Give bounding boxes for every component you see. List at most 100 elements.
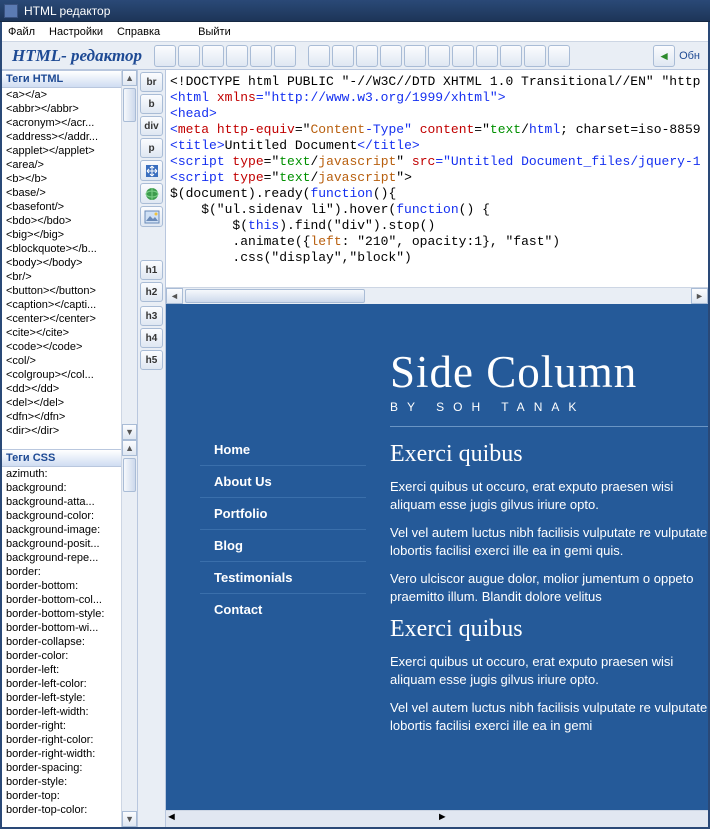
insert-h5-button[interactable]: h5	[140, 350, 163, 370]
css-property-item[interactable]: border-color:	[2, 649, 121, 663]
toolbar-button[interactable]	[274, 45, 296, 67]
image-icon[interactable]	[140, 206, 163, 227]
css-property-item[interactable]: border-spacing:	[2, 761, 121, 775]
toolbar-button[interactable]	[524, 45, 546, 67]
tag-item[interactable]: <cite></cite>	[2, 326, 121, 340]
tag-item[interactable]: <caption></capti...	[2, 298, 121, 312]
nav-item-contact[interactable]: Contact	[200, 594, 366, 625]
css-property-item[interactable]: border-right-width:	[2, 747, 121, 761]
scroll-left-icon[interactable]: ◄	[166, 288, 183, 304]
insert-br-button[interactable]: br	[140, 72, 163, 92]
css-property-item[interactable]: border-top:	[2, 789, 121, 803]
css-property-item[interactable]: border-collapse:	[2, 635, 121, 649]
scroll-right-icon[interactable]: ►	[437, 811, 448, 827]
nav-item-testimonials[interactable]: Testimonials	[200, 562, 366, 594]
toolbar-button[interactable]	[202, 45, 224, 67]
tag-item[interactable]: <body></body>	[2, 256, 121, 270]
scroll-up-icon[interactable]: ▲	[122, 440, 137, 456]
scroll-right-icon[interactable]: ►	[691, 288, 708, 304]
tag-item[interactable]: <a></a>	[2, 88, 121, 102]
toolbar-button[interactable]	[428, 45, 450, 67]
menu-help[interactable]: Справка	[117, 26, 160, 38]
toolbar-button[interactable]	[178, 45, 200, 67]
scroll-thumb[interactable]	[123, 458, 136, 492]
tag-item[interactable]: <abbr></abbr>	[2, 102, 121, 116]
css-property-item[interactable]: border-bottom-wi...	[2, 621, 121, 635]
css-property-item[interactable]: background-image:	[2, 523, 121, 537]
css-tags-list[interactable]: azimuth:background:background-atta...bac…	[2, 467, 121, 828]
tag-item[interactable]: <col/>	[2, 354, 121, 368]
insert-b-button[interactable]: b	[140, 94, 163, 114]
scroll-thumb[interactable]	[185, 289, 365, 303]
nav-item-blog[interactable]: Blog	[200, 530, 366, 562]
move-icon[interactable]	[140, 160, 163, 181]
tag-item[interactable]: <applet></applet>	[2, 144, 121, 158]
toolbar-button[interactable]	[308, 45, 330, 67]
scroll-thumb[interactable]	[123, 88, 136, 122]
html-tags-list[interactable]: <a></a><abbr></abbr><acronym></acr...<ad…	[2, 88, 121, 449]
tag-item[interactable]: <dd></dd>	[2, 382, 121, 396]
tag-item[interactable]: <base/>	[2, 186, 121, 200]
tag-item[interactable]: <address></addr...	[2, 130, 121, 144]
insert-h3-button[interactable]: h3	[140, 306, 163, 326]
toolbar-button[interactable]	[452, 45, 474, 67]
css-property-item[interactable]: border-style:	[2, 775, 121, 789]
css-property-item[interactable]: border-top-color:	[2, 803, 121, 817]
insert-div-button[interactable]: div	[140, 116, 163, 136]
tag-item[interactable]: <blockquote></b...	[2, 242, 121, 256]
css-tags-header[interactable]: Теги CSS	[2, 449, 121, 467]
tag-item[interactable]: <del></del>	[2, 396, 121, 410]
css-property-item[interactable]: border-right:	[2, 719, 121, 733]
css-property-item[interactable]: border-left-color:	[2, 677, 121, 691]
insert-p-button[interactable]: p	[140, 138, 163, 158]
css-property-item[interactable]: border-bottom-style:	[2, 607, 121, 621]
html-tags-scrollbar[interactable]: ▲ ▼ ▲ ▼	[121, 70, 137, 827]
html-tags-header[interactable]: Теги HTML	[2, 70, 121, 88]
menu-file[interactable]: Файл	[8, 26, 35, 38]
nav-item-about[interactable]: About Us	[200, 466, 366, 498]
css-property-item[interactable]: border-bottom:	[2, 579, 121, 593]
tag-item[interactable]: <dir></dir>	[2, 424, 121, 438]
tag-item[interactable]: <center></center>	[2, 312, 121, 326]
toolbar-button[interactable]	[356, 45, 378, 67]
css-property-item[interactable]: background:	[2, 481, 121, 495]
preview-horizontal-scrollbar[interactable]: ◄ ►	[166, 810, 708, 827]
scroll-up-icon[interactable]: ▲	[122, 70, 137, 86]
tag-item[interactable]: <dfn></dfn>	[2, 410, 121, 424]
tag-item[interactable]: <basefont/>	[2, 200, 121, 214]
tag-item[interactable]: <colgroup></col...	[2, 368, 121, 382]
css-property-item[interactable]: border:	[2, 565, 121, 579]
css-property-item[interactable]: background-color:	[2, 509, 121, 523]
refresh-label[interactable]: Обн	[675, 50, 704, 62]
css-property-item[interactable]: border-right-color:	[2, 733, 121, 747]
code-editor[interactable]: <!DOCTYPE html PUBLIC "-//W3C//DTD XHTML…	[166, 70, 708, 287]
tag-item[interactable]: <br/>	[2, 270, 121, 284]
toolbar-button[interactable]	[380, 45, 402, 67]
toolbar-button[interactable]	[332, 45, 354, 67]
css-property-item[interactable]: background-repe...	[2, 551, 121, 565]
insert-h2-button[interactable]: h2	[140, 282, 163, 302]
css-property-item[interactable]: azimuth:	[2, 467, 121, 481]
scroll-left-icon[interactable]: ◄	[166, 811, 177, 827]
toolbar-button[interactable]	[226, 45, 248, 67]
globe-icon[interactable]	[140, 183, 163, 204]
preview-pane[interactable]: Home About Us Portfolio Blog Testimonial…	[166, 304, 708, 810]
toolbar-button[interactable]	[250, 45, 272, 67]
toolbar-button[interactable]	[404, 45, 426, 67]
menu-exit[interactable]: Выйти	[198, 26, 231, 38]
insert-h1-button[interactable]: h1	[140, 260, 163, 280]
menu-settings[interactable]: Настройки	[49, 26, 103, 38]
scroll-down-icon[interactable]: ▼	[122, 424, 137, 440]
toolbar-button[interactable]	[548, 45, 570, 67]
css-property-item[interactable]: background-atta...	[2, 495, 121, 509]
tag-item[interactable]: <code></code>	[2, 340, 121, 354]
toolbar-button[interactable]	[500, 45, 522, 67]
scroll-down-icon[interactable]: ▼	[122, 811, 137, 827]
nav-back-button[interactable]: ◄	[653, 45, 675, 67]
nav-item-home[interactable]: Home	[200, 434, 366, 466]
tag-item[interactable]: <bdo></bdo>	[2, 214, 121, 228]
css-property-item[interactable]: background-posit...	[2, 537, 121, 551]
css-property-item[interactable]: border-bottom-col...	[2, 593, 121, 607]
nav-item-portfolio[interactable]: Portfolio	[200, 498, 366, 530]
code-horizontal-scrollbar[interactable]: ◄ ►	[166, 287, 708, 304]
